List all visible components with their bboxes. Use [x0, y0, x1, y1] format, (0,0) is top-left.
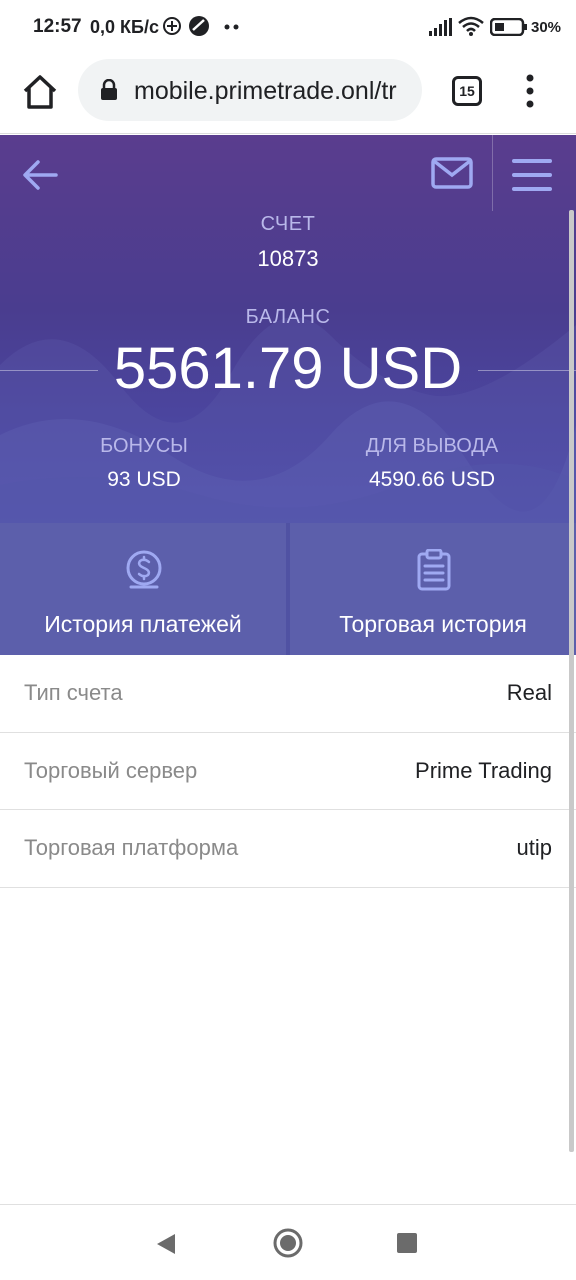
system-nav-bar	[0, 1204, 576, 1280]
tabs-icon[interactable]: 15	[452, 76, 482, 106]
more-dots-icon	[224, 24, 239, 30]
info-row-trading-platform: Торговая платформа utip	[0, 810, 576, 888]
info-key: Тип счета	[24, 680, 123, 705]
overflow-menu-icon[interactable]	[522, 74, 538, 108]
payment-history-label: История платежей	[44, 611, 242, 637]
trade-history-label: Торговая история	[339, 611, 527, 637]
header-divider	[492, 135, 493, 211]
wifi-icon	[458, 16, 484, 36]
info-row-account-type: Тип счета Real	[0, 655, 576, 733]
battery-icon	[490, 18, 527, 36]
mail-icon[interactable]	[430, 155, 474, 191]
withdraw-value: 4590.66 USD	[368, 468, 496, 491]
account-details-list: Тип счета Real Торговый сервер Prime Tra…	[0, 655, 576, 888]
withdraw-label: ДЛЯ ВЫВОДА	[365, 435, 499, 457]
data-saver-icon	[163, 17, 181, 35]
clipboard-icon	[417, 549, 451, 591]
signal-icon	[429, 18, 452, 36]
action-buttons: История платежей Торговая история	[0, 523, 576, 655]
address-bar[interactable]: mobile.primetrade.onl/tr	[78, 59, 422, 121]
status-time: 12:57	[33, 16, 82, 37]
bonus-value: 93 USD	[107, 468, 181, 491]
home-icon[interactable]	[20, 72, 60, 112]
info-value: utip	[516, 835, 552, 860]
trade-history-button[interactable]: Торговая история	[290, 523, 576, 655]
nav-home-icon[interactable]	[273, 1228, 303, 1258]
page-scrollbar[interactable]	[569, 210, 574, 1152]
back-arrow-icon[interactable]	[20, 157, 60, 193]
info-value: Prime Trading	[415, 757, 552, 783]
info-key: Торговая платформа	[24, 835, 239, 860]
info-value: Real	[506, 680, 552, 705]
bonus-label: БОНУСЫ	[100, 435, 188, 457]
account-number: 10873	[257, 246, 319, 271]
balance-label: БАЛАНС	[245, 306, 331, 328]
payment-history-button[interactable]: История платежей	[0, 523, 286, 655]
nav-back-icon[interactable]	[156, 1233, 176, 1255]
app-notification-icon	[189, 16, 209, 36]
status-network-speed: 0,0 КБ/с	[90, 17, 159, 37]
nav-recents-icon[interactable]	[397, 1233, 417, 1253]
header-wave-decoration	[0, 317, 576, 523]
balance-value: 5561.79 USD	[113, 336, 463, 401]
url-text: mobile.primetrade.onl/tr	[134, 77, 397, 105]
dollar-coin-icon	[126, 550, 162, 589]
browser-toolbar: mobile.primetrade.onl/tr 15	[0, 56, 576, 134]
account-header: СЧЕТ 10873 БАЛАНС 5561.79 USD БОНУСЫ 93 …	[0, 135, 576, 523]
battery-percent: 30%	[531, 19, 562, 36]
lock-icon	[101, 79, 117, 100]
info-key: Торговый сервер	[24, 757, 198, 783]
account-label: СЧЕТ	[260, 213, 316, 235]
hamburger-menu-icon[interactable]	[510, 157, 554, 193]
status-bar: 12:57 0,0 КБ/с 30%	[0, 0, 576, 56]
info-row-trading-server: Торговый сервер Prime Trading	[0, 733, 576, 810]
